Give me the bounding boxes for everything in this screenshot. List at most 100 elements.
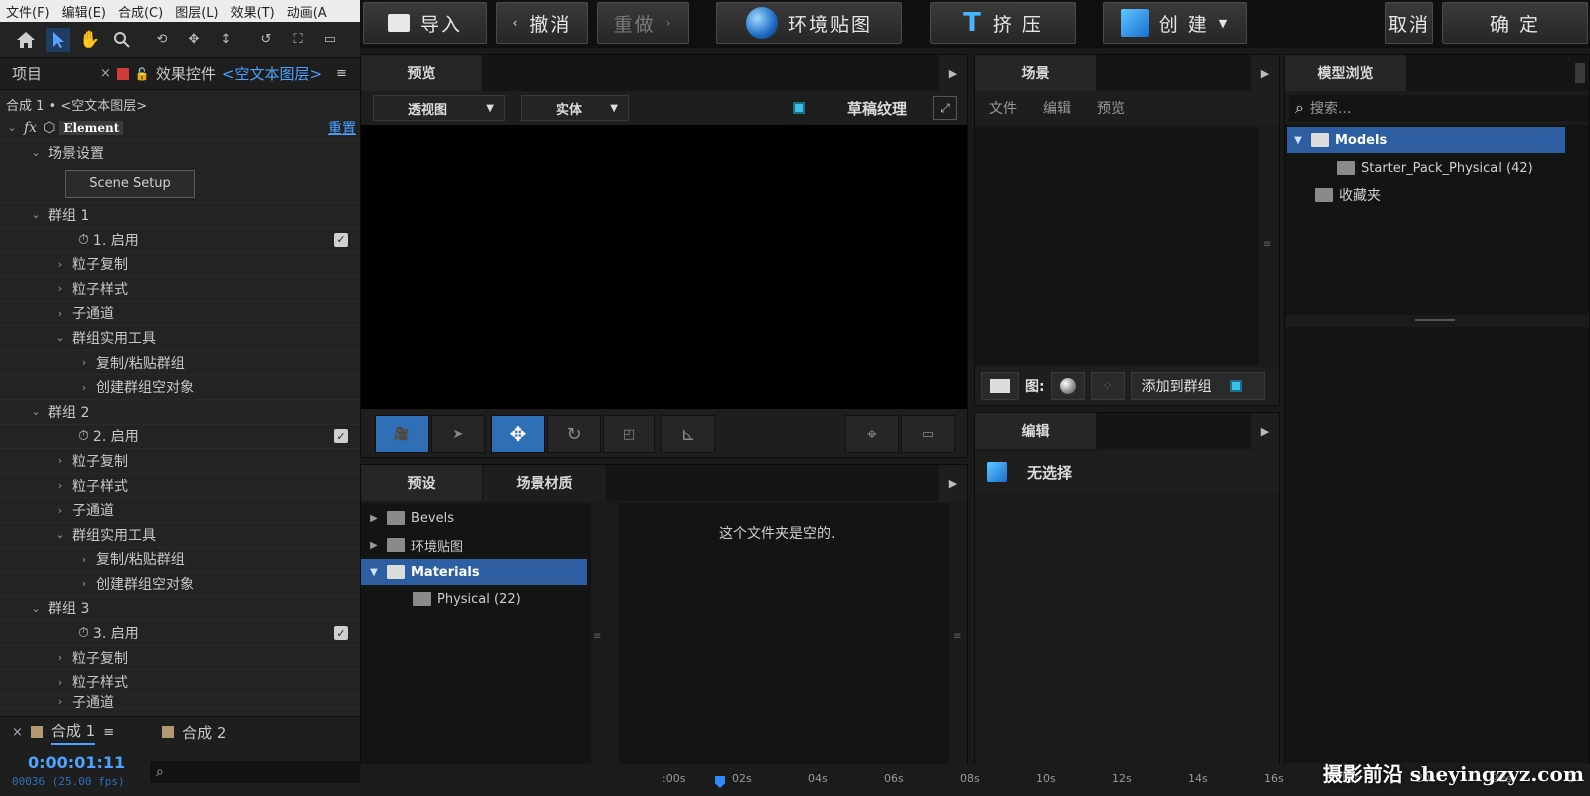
chevron-right-icon[interactable]: › (54, 676, 66, 689)
tab-edit[interactable]: 编辑 (975, 413, 1097, 449)
model-thumbnails[interactable] (1285, 327, 1589, 763)
model-search[interactable]: ⌕ 搜索... (1289, 95, 1589, 121)
panel-menu-icon[interactable]: ≡ (336, 66, 347, 81)
timeline-search[interactable]: ⌕ (150, 761, 360, 783)
chevron-down-icon[interactable]: ⌄ (6, 121, 18, 134)
scene-settings-row[interactable]: ⌄ 场景设置 (0, 141, 360, 166)
panel-menu-icon[interactable]: ≡ (103, 725, 114, 740)
tree-item-physical[interactable]: Physical (22) (413, 586, 521, 612)
tree-item-starter-pack[interactable]: Starter_Pack_Physical (42) (1337, 155, 1533, 181)
close-icon[interactable]: × (100, 66, 111, 81)
scale-tool-icon[interactable]: ◰ (603, 415, 655, 453)
move-tool-icon[interactable]: ✥ (491, 415, 545, 453)
tab-scene-materials[interactable]: 场景材质 (483, 465, 607, 501)
chevron-down-icon[interactable]: ⌄ (30, 602, 42, 615)
stopwatch-icon[interactable]: ⏱ (78, 232, 89, 248)
chevron-right-icon[interactable]: › (54, 651, 66, 664)
orbit-camera-icon[interactable]: ⟲ (150, 28, 174, 52)
menu-edit[interactable]: 编辑(E) (62, 2, 106, 21)
tab-scene[interactable]: 场景 (975, 55, 1097, 91)
chevron-right-icon[interactable]: › (78, 356, 90, 369)
chevron-right-icon[interactable]: › (54, 258, 66, 271)
chevron-right-icon[interactable]: › (54, 504, 66, 517)
tree-item-materials[interactable]: ▼ Materials (361, 559, 587, 585)
sub-channel-row[interactable]: › 子通道 (0, 498, 360, 523)
select-tool-icon[interactable]: ➤ (431, 415, 485, 453)
fullscreen-icon[interactable]: ⤢ (933, 96, 957, 120)
chevron-down-icon[interactable]: ⌄ (30, 405, 42, 418)
menu-layer[interactable]: 图层(L) (175, 2, 218, 21)
redo-button[interactable]: 重做 › (597, 2, 689, 44)
rotate-tool-icon[interactable]: ↻ (547, 415, 601, 453)
shading-dropdown[interactable]: 实体 ▼ (521, 95, 629, 121)
rectangle-tool-icon[interactable]: ▭ (318, 28, 342, 52)
chevron-right-icon[interactable]: › (78, 381, 90, 394)
chevron-right-icon[interactable]: › (54, 307, 66, 320)
scroll-grip-icon[interactable]: ≡ (953, 631, 961, 642)
chevron-down-icon[interactable]: ⌄ (30, 208, 42, 221)
enable-checkbox[interactable]: ✓ (334, 626, 348, 641)
copy-paste-row[interactable]: › 复制/粘贴群组 (0, 351, 360, 376)
scene-menu-preview[interactable]: 预览 (1097, 98, 1125, 118)
chevron-right-icon[interactable]: › (54, 479, 66, 492)
menu-animation[interactable]: 动画(A (287, 2, 327, 21)
tab-comp-1[interactable]: 合成 1 (50, 720, 96, 745)
scene-menu-file[interactable]: 文件 (989, 98, 1017, 118)
panel-expand-icon[interactable]: ▶ (1251, 413, 1279, 449)
reset-link[interactable]: 重置 (328, 118, 356, 138)
tab-presets[interactable]: 预设 (361, 465, 483, 501)
expand-arrow-icon[interactable]: ▶ (367, 513, 381, 524)
splitter-grip-icon[interactable]: ≡ (593, 631, 601, 642)
import-button[interactable]: 导入 (363, 2, 487, 44)
tab-preview[interactable]: 预览 (361, 55, 483, 91)
selection-tool-icon[interactable] (46, 27, 70, 52)
splitter-handle[interactable] (1415, 319, 1455, 321)
lock-icon[interactable]: 🔓 (135, 67, 150, 81)
group-row[interactable]: ⌄ 群组 2 (0, 400, 360, 425)
expand-arrow-icon[interactable]: ▶ (367, 540, 381, 551)
scroll-grip-icon[interactable]: ≡ (1263, 239, 1271, 250)
new-folder-icon[interactable] (981, 372, 1019, 400)
particle-copy-row[interactable]: › 粒子复制 (0, 252, 360, 277)
target-icon[interactable]: ⌖ (845, 415, 899, 453)
cancel-button[interactable]: 取消 (1385, 2, 1433, 44)
effect-header-row[interactable]: ⌄ fx ⬡ Element 重置 (0, 116, 360, 141)
tab-layer-name[interactable]: <空文本图层> (222, 63, 322, 84)
chevron-right-icon[interactable]: › (54, 282, 66, 295)
particle-style-row[interactable]: › 粒子样式 (0, 474, 360, 499)
sphere-icon[interactable] (1050, 372, 1085, 400)
tab-comp-2[interactable]: 合成 2 (182, 722, 226, 743)
group-row[interactable]: ⌄ 群组 1 (0, 203, 360, 228)
playhead-icon[interactable] (715, 776, 725, 788)
timecode[interactable]: 0:00:01:11 (28, 753, 125, 772)
camera-tool-icon[interactable]: 🎥 (375, 415, 429, 453)
monitor-icon[interactable]: ▭ (901, 415, 955, 453)
close-icon[interactable]: × (12, 725, 23, 740)
scene-setup-button[interactable]: Scene Setup (65, 169, 195, 198)
viewport[interactable] (361, 125, 967, 409)
menu-composition[interactable]: 合成(C) (118, 2, 163, 21)
environment-button[interactable]: 环境贴图 (716, 2, 902, 44)
stopwatch-icon[interactable]: ⏱ (78, 625, 89, 641)
collapse-arrow-icon[interactable]: ▼ (367, 567, 381, 578)
tree-item-env[interactable]: ▶ 环境贴图 (367, 532, 463, 558)
create-null-row[interactable]: › 创建群组空对象 (0, 572, 360, 597)
chevron-right-icon[interactable]: › (54, 454, 66, 467)
stopwatch-icon[interactable]: ⏱ (78, 428, 89, 444)
tab-project[interactable]: 项目 (12, 63, 42, 84)
tree-item-favorites[interactable]: 收藏夹 (1315, 182, 1381, 208)
anchor-tool-icon[interactable]: ⛶ (286, 28, 310, 52)
hand-tool-icon[interactable]: ✋ (78, 28, 102, 52)
panel-expand-icon[interactable]: ▶ (1251, 55, 1279, 91)
menu-effect[interactable]: 效果(T) (231, 2, 275, 21)
group-tools-row[interactable]: ⌄ 群组实用工具 (0, 326, 360, 351)
axis-tool-icon[interactable]: ⊾ (661, 415, 715, 453)
create-button[interactable]: 创 建 ▼ (1103, 2, 1247, 44)
create-null-row[interactable]: › 创建群组空对象 (0, 375, 360, 400)
particle-style-row[interactable]: › 粒子样式 (0, 277, 360, 302)
copy-paste-row[interactable]: › 复制/粘贴群组 (0, 548, 360, 573)
group-tools-row[interactable]: ⌄ 群组实用工具 (0, 523, 360, 548)
rotate-tool-icon[interactable]: ↺ (254, 28, 278, 52)
add-to-group-button[interactable]: 添加到群组 (1130, 372, 1265, 400)
extrude-button[interactable]: T 挤 压 (930, 2, 1076, 44)
